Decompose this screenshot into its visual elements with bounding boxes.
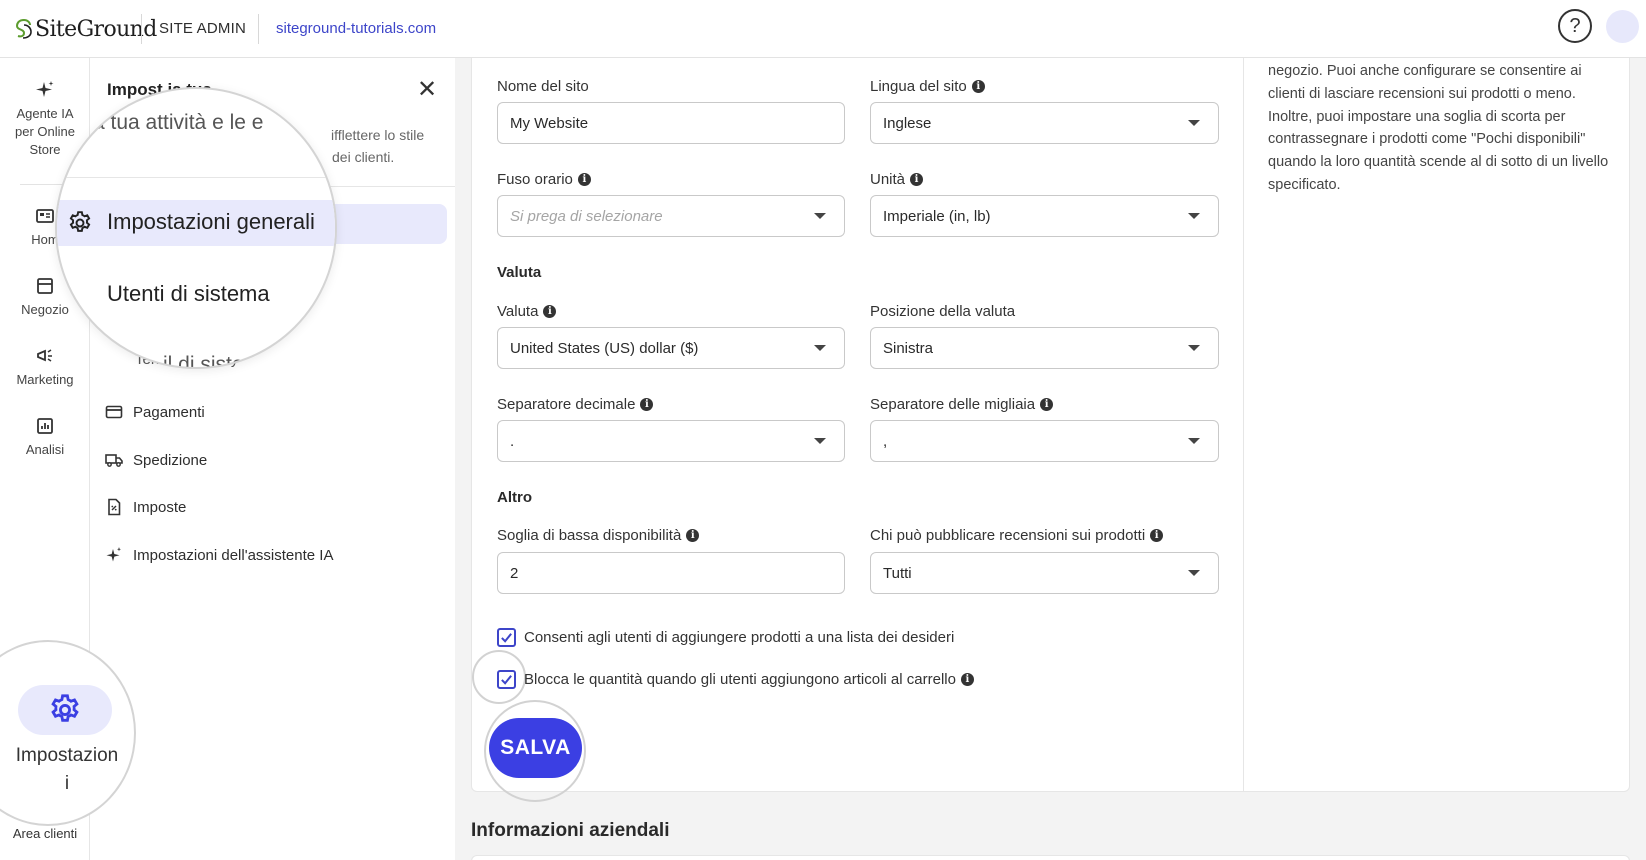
reviews-select[interactable]: Tutti [870,552,1219,594]
caret-down-icon [1188,570,1200,576]
lock-qty-checkbox-row[interactable]: Blocca le quantità quando gli utenti agg… [497,670,974,689]
info-icon[interactable]: i [971,80,985,93]
site-name-label: Nome del sito [497,78,589,95]
caret-down-icon [1188,438,1200,444]
site-name-input[interactable]: My Website [497,102,845,144]
site-admin-label: SITE ADMIN [159,20,247,37]
wishlist-checkbox[interactable] [497,628,516,647]
help-text: negozio. Puoi anche configurare se conse… [1268,63,1609,193]
thousands-separator-label: Separatore delle migliaia i [870,396,1054,413]
timezone-select[interactable]: Si prega di selezionare [497,195,845,237]
site-domain-link[interactable]: siteground-tutorials.com [276,20,436,37]
credit-card-icon [105,405,123,419]
menu-item-taxes[interactable]: Imposte [105,495,186,519]
receipt-icon [108,498,121,516]
home-icon [36,209,54,223]
siteground-logo-icon [16,19,32,39]
caret-down-icon [1188,213,1200,219]
currency-section-title: Valuta [497,264,542,281]
divider [141,14,142,44]
lock-qty-checkbox-label: Blocca le quantità quando gli utenti agg… [524,671,956,688]
business-info-card-edge [471,855,1630,860]
info-icon[interactable]: i [960,673,974,686]
gear-icon [51,694,79,722]
divider [258,14,259,44]
info-icon[interactable]: i [686,529,700,542]
close-icon[interactable]: ✕ [417,78,437,102]
timezone-label: Fuso orario i [497,171,591,188]
save-button[interactable]: SALVA [489,718,582,778]
wishlist-checkbox-label: Consenti agli utenti di aggiungere prodo… [524,629,955,646]
info-icon[interactable]: i [910,173,924,186]
sparkle-icon [106,547,121,562]
wishlist-checkbox-row[interactable]: Consenti agli utenti di aggiungere prodo… [497,628,954,647]
business-info-title: Informazioni aziendali [471,820,670,841]
units-label: Unità i [870,171,924,188]
lock-qty-checkbox[interactable] [497,670,516,689]
checkmark-icon [501,675,512,685]
decimal-separator-label: Separatore decimale i [497,396,654,413]
chart-icon [37,418,53,434]
top-bar: SiteGround SITE ADMIN siteground-tutoria… [0,0,1646,58]
rail-item-ai-agent[interactable]: Agente IA per Online Store [0,80,90,159]
menu-item-payments[interactable]: Pagamenti [105,400,205,424]
caret-down-icon [814,438,826,444]
info-icon[interactable]: i [640,398,654,411]
site-language-select[interactable]: Inglese [870,102,1219,144]
low-stock-label: Soglia di bassa disponibilità i [497,527,700,544]
site-language-label: Lingua del sito i [870,78,985,95]
rail-item-settings[interactable] [18,685,112,735]
menu-item-shipping[interactable]: Spedizione [105,448,207,472]
menu-item-system-emails[interactable]: il di sistema [163,353,273,367]
low-stock-input[interactable]: 2 [497,552,845,594]
menu-item-system-users[interactable]: Utenti di sistema [107,281,270,307]
rail-item-marketing[interactable]: Marketing [0,346,90,389]
currency-select[interactable]: United States (US) dollar ($) [497,327,845,369]
rail-item-settings-label: Impostazion i [15,745,119,794]
currency-position-select[interactable]: Sinistra [870,327,1219,369]
zoomed-description: a tua attività e le e [93,111,264,134]
rail-item-analytics[interactable]: Analisi [0,416,90,459]
checkmark-icon [501,633,512,643]
caret-down-icon [814,345,826,351]
decimal-separator-select[interactable]: . [497,420,845,462]
menu-item-general[interactable]: Impostazioni generali [107,209,315,235]
siteground-logo[interactable]: SiteGround [16,14,157,44]
megaphone-icon [37,349,52,362]
info-icon[interactable]: i [577,173,591,186]
units-select[interactable]: Imperiale (in, lb) [870,195,1219,237]
zoom-lens-settings-menu: a tua attività e le e Impostazioni gener… [55,87,337,369]
thousands-separator-select[interactable]: , [870,420,1219,462]
info-icon[interactable]: i [1040,398,1054,411]
currency-position-label: Posizione della valuta [870,303,1016,320]
info-icon[interactable]: i [1150,529,1164,542]
panel-divider [57,177,335,178]
other-section-title: Altro [497,489,532,506]
currency-label: Valuta i [497,303,557,320]
info-icon[interactable]: i [543,305,557,318]
caret-down-icon [1188,120,1200,126]
store-icon [37,278,53,294]
caret-down-icon [1188,345,1200,351]
sparkle-icon [36,81,54,97]
rail-item-client-area[interactable]: Area clienti [0,826,90,841]
caret-down-icon [814,213,826,219]
avatar[interactable] [1606,10,1639,43]
menu-item-ai-settings[interactable]: Impostazioni dell'assistente IA [105,543,333,567]
gear-icon [69,211,91,232]
card-divider [1243,58,1244,792]
help-icon[interactable]: ? [1558,9,1592,43]
truck-icon [105,454,123,467]
reviews-label: Chi può pubblicare recensioni sui prodot… [870,527,1164,544]
